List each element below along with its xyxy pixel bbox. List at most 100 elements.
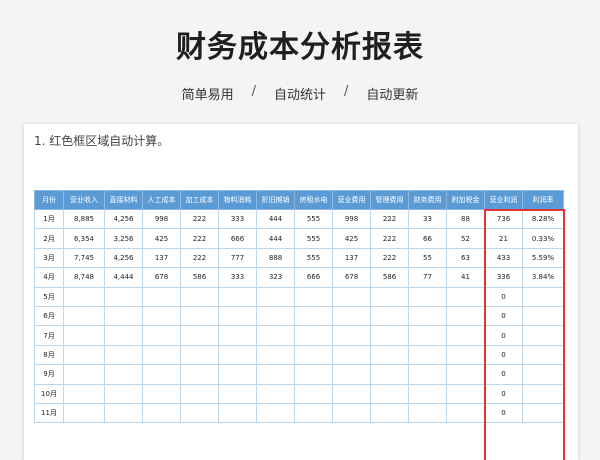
table-cell	[63, 402, 105, 424]
table-cell	[446, 364, 485, 385]
table-cell: 0	[484, 325, 523, 346]
table-cell: 586	[370, 267, 409, 288]
table-cell	[256, 344, 295, 366]
column-header: 附加税金	[446, 190, 485, 210]
table-cell: 333	[218, 267, 257, 288]
table-header-row: 月份 营业收入 直接材料 人工成本 加工成本 物料消耗 折旧摊销 房租水电 营业费用 管理费用 财务…	[34, 190, 564, 210]
table-cell: 333	[218, 208, 257, 230]
table-cell	[142, 364, 181, 385]
table-cell	[142, 325, 181, 346]
table-cell	[218, 364, 257, 385]
column-header: 折旧摊销	[256, 190, 295, 210]
table-cell	[332, 325, 371, 346]
month-cell: 1月	[34, 208, 64, 230]
column-header: 营业费用	[332, 190, 371, 210]
cost-analysis-table: 月份 营业收入 直接材料 人工成本 加工成本 物料消耗 折旧摊销 房租水电 营业费用 管理费用 财务…	[34, 190, 564, 424]
table-cell	[256, 305, 295, 327]
table-cell	[180, 344, 219, 366]
table-cell	[256, 325, 295, 346]
table-cell	[294, 402, 333, 424]
month-cell: 7月	[34, 325, 64, 346]
table-cell	[446, 344, 485, 366]
table-cell: 7,745	[63, 247, 105, 269]
table-cell: 433	[484, 247, 523, 269]
table-cell: 222	[180, 228, 219, 249]
table-cell	[370, 344, 409, 366]
table-cell	[180, 286, 219, 307]
table-row: 5月 0	[34, 286, 564, 307]
table-row: 2月 6,354 3,256 425 222 666 444 555 425 222 66 52 21 0…	[34, 228, 564, 249]
table-cell: 137	[142, 247, 181, 269]
table-cell: 555	[294, 208, 333, 230]
spreadsheet-preview: 1. 红色框区域自动计算。 月份 营业收入 直接材料 人工成本 加工成本 物料消耗 折旧摊销…	[24, 124, 578, 460]
table-cell	[332, 286, 371, 307]
table-cell	[218, 344, 257, 366]
table-cell: 998	[332, 208, 371, 230]
table-cell	[446, 325, 485, 346]
table-cell	[180, 364, 219, 385]
table-row: 9月 0	[34, 364, 564, 385]
table-cell	[294, 325, 333, 346]
table-cell: 4,444	[104, 267, 143, 288]
table-cell	[63, 344, 105, 366]
table-cell	[522, 383, 564, 404]
table-cell	[370, 325, 409, 346]
table-row: 10月 0	[34, 383, 564, 404]
table-cell	[180, 325, 219, 346]
table-cell	[63, 383, 105, 404]
table-cell	[370, 305, 409, 327]
month-cell: 11月	[34, 402, 64, 424]
table-cell: 222	[180, 208, 219, 230]
column-header: 管理费用	[370, 190, 409, 210]
table-cell: 0	[484, 364, 523, 385]
table-cell: 3,256	[104, 228, 143, 249]
table-cell	[522, 344, 564, 366]
month-cell: 4月	[34, 267, 64, 288]
table-cell	[522, 305, 564, 327]
table-cell	[370, 286, 409, 307]
table-cell: 444	[256, 208, 295, 230]
table-cell: 8.28%	[522, 208, 564, 230]
table-row: 4月 8,748 4,444 678 586 333 323 666 678 586 77 41 336…	[34, 267, 564, 288]
table-cell: 222	[370, 208, 409, 230]
table-cell	[332, 402, 371, 424]
table-cell: 4,256	[104, 247, 143, 269]
table-cell: 678	[142, 267, 181, 288]
table-row: 8月 0	[34, 344, 564, 366]
table-cell: 0	[484, 383, 523, 404]
table-cell: 222	[370, 228, 409, 249]
table-cell	[63, 286, 105, 307]
month-cell: 5月	[34, 286, 64, 307]
table-cell	[218, 402, 257, 424]
table-cell: 444	[256, 228, 295, 249]
table-cell	[104, 286, 143, 307]
column-header: 房租水电	[294, 190, 333, 210]
month-cell: 6月	[34, 305, 64, 327]
table-cell	[294, 286, 333, 307]
table-cell: 52	[446, 228, 485, 249]
table-cell	[370, 402, 409, 424]
table-cell	[408, 344, 447, 366]
table-cell	[332, 344, 371, 366]
table-cell: 55	[408, 247, 447, 269]
subtitle-separator: /	[251, 84, 256, 99]
table-cell	[218, 286, 257, 307]
table-cell	[408, 364, 447, 385]
column-header: 利润率	[522, 190, 564, 210]
table-cell: 555	[294, 247, 333, 269]
subtitle-separator: /	[344, 84, 349, 99]
table-cell: 998	[142, 208, 181, 230]
subtitle-item: 简单易用	[181, 88, 234, 103]
subtitle-item: 自动更新	[366, 88, 419, 103]
table-cell: 137	[332, 247, 371, 269]
table-cell: 666	[294, 267, 333, 288]
table-cell: 3.84%	[522, 267, 564, 288]
table-cell	[294, 305, 333, 327]
table-cell: 666	[218, 228, 257, 249]
table-cell	[104, 383, 143, 404]
subtitle-bar: 简单易用 / 自动统计 / 自动更新	[0, 84, 600, 103]
table-cell: 4,256	[104, 208, 143, 230]
table-cell: 0	[484, 402, 523, 424]
table-cell	[446, 383, 485, 404]
table-cell	[180, 305, 219, 327]
